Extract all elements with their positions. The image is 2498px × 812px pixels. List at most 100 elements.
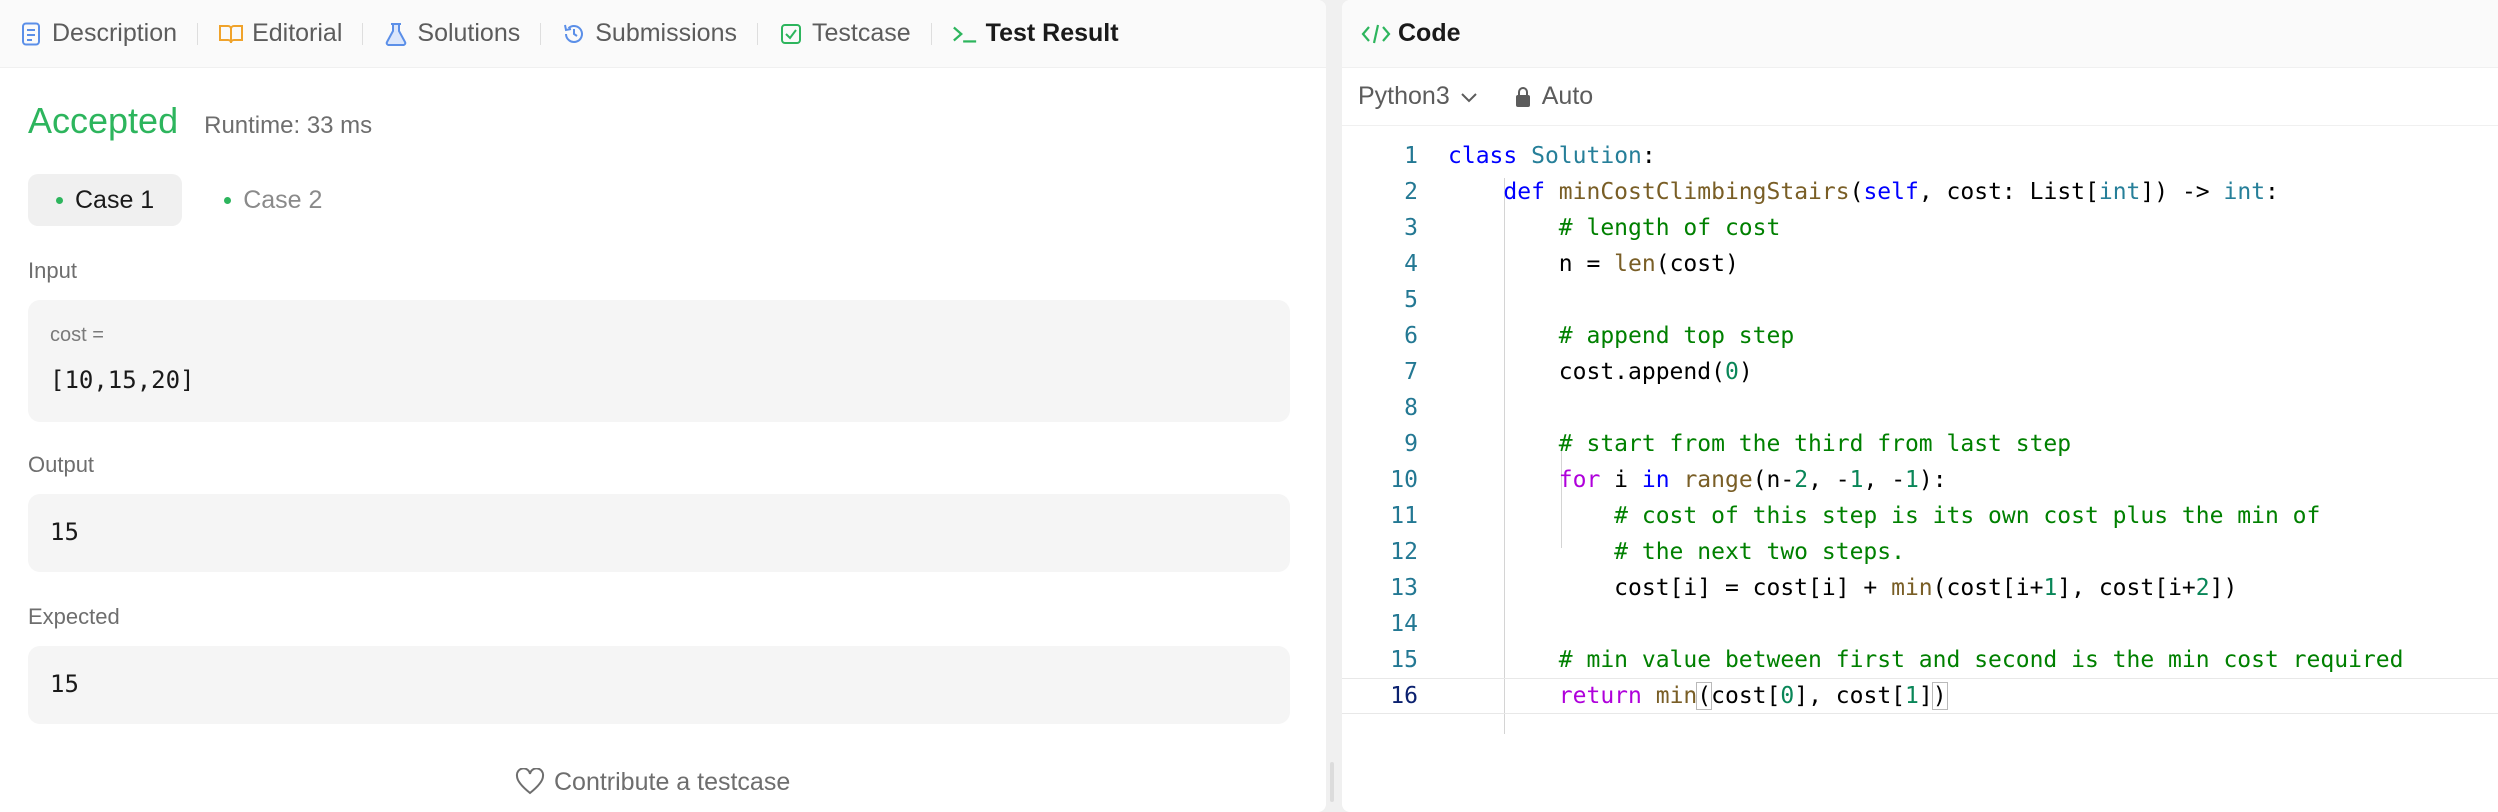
line-number: 16 [1390,683,1418,709]
line-number: 10 [1390,467,1418,493]
expected-label: Expected [28,604,120,629]
code-line: 9 # start from the third from last step [1342,426,2498,462]
case-1-button[interactable]: Case 1 [28,174,183,226]
line-number: 8 [1404,395,1418,421]
tab-separator [930,22,932,45]
tab-editorial-label: Editorial [252,19,343,47]
code-panel: Code Python3 Auto 1 class Solution: 2 de… [1342,0,2498,812]
heart-icon [514,766,546,798]
tab-solutions-label: Solutions [417,19,521,47]
panel-resize-handle[interactable] [1330,762,1334,802]
line-number: 2 [1404,179,1418,205]
code-text: def minCostClimbingStairs(self, cost: Li… [1503,179,2279,205]
tab-code-label: Code [1398,19,1461,47]
lock-icon [1514,86,1532,108]
case-1-label: Case 1 [75,185,155,214]
code-text: # length of cost [1558,215,1781,241]
line-number: 6 [1404,323,1418,349]
contribute-label: Contribute a testcase [554,767,791,796]
language-label: Python3 [1358,82,1450,110]
code-line: 8 [1342,390,2498,426]
code-line: 10 for i in range(n-2, -1, -1): [1342,462,2498,498]
flask-icon [383,21,409,47]
code-line: 15 # min value between first and second … [1342,642,2498,678]
result-status: Accepted [28,100,179,141]
line-number: 7 [1404,359,1418,385]
history-icon [561,21,587,47]
terminal-icon [952,21,978,47]
case-2-label: Case 2 [243,185,323,214]
case-selector: Case 1 Case 2 [28,174,364,226]
result-panel: Description Editorial Solutions Submissi… [0,0,1326,812]
code-text: for i in range(n-2, -1, -1): [1558,467,1947,493]
line-number: 12 [1390,539,1418,565]
code-line: 2 def minCostClimbingStairs(self, cost: … [1342,174,2498,210]
code-text: cost[i] = cost[i] + min(cost[i+1], cost[… [1448,575,2238,601]
code-editor[interactable]: 1 class Solution: 2 def minCostClimbingS… [1342,138,2498,812]
tab-separator [197,22,199,45]
line-number: 11 [1390,503,1418,529]
code-line: 4 n = len(cost) [1342,246,2498,282]
code-line: 14 [1342,606,2498,642]
code-text: class Solution: [1448,143,1656,169]
code-brackets-icon [1360,18,1392,50]
line-number: 15 [1390,647,1418,673]
tab-testcase-label: Testcase [811,19,911,47]
tab-submissions-label: Submissions [595,19,737,47]
code-line: 11 # cost of this step is its own cost p… [1342,498,2498,534]
line-number: 9 [1404,431,1418,457]
case-2-button[interactable]: Case 2 [196,174,350,226]
result-header: Accepted Runtime: 33 ms [28,100,372,142]
document-icon [18,21,44,47]
tab-separator [540,22,542,45]
code-text: n = len(cost) [1448,251,1739,277]
line-number: 1 [1404,143,1418,169]
line-number: 3 [1404,215,1418,241]
output-value: 15 [50,518,79,546]
tab-editorial[interactable]: Editorial [214,0,346,68]
book-icon [218,21,244,47]
code-text: return min(cost[0], cost[1]) [1558,682,1948,710]
tab-separator [362,22,364,45]
line-number: 5 [1404,287,1418,313]
tab-description-label: Description [52,19,178,47]
code-line: 7 cost.append(0) [1342,354,2498,390]
contribute-testcase-button[interactable]: Contribute a testcase [514,766,790,798]
tab-description[interactable]: Description [14,0,181,68]
auto-mode-toggle[interactable]: Auto [1514,82,1593,111]
checkbox-icon [778,21,804,47]
auto-mode-label: Auto [1541,82,1594,110]
editor-toolbar: Python3 Auto [1342,68,2498,126]
code-line: 12 # the next two steps. [1342,534,2498,570]
code-text: # append top step [1558,323,1795,349]
code-line: 5 [1342,282,2498,318]
tab-test-result[interactable]: Test Result [948,0,1123,68]
code-line: 6 # append top step [1342,318,2498,354]
expected-value: 15 [50,670,79,698]
tab-test-result-label: Test Result [985,19,1119,47]
tab-separator [756,22,758,45]
line-number: 14 [1390,611,1418,637]
code-line-current: 16 return min(cost[0], cost[1]) [1342,678,2498,714]
line-number: 4 [1404,251,1418,277]
pass-dot-icon [56,196,63,204]
input-box: cost = [10,15,20] [28,300,1290,422]
code-text: # cost of this step is its own cost plus… [1614,503,2321,529]
tab-testcase[interactable]: Testcase [774,0,915,68]
code-text: # the next two steps. [1614,539,1905,565]
output-label: Output [28,452,95,477]
language-select[interactable]: Python3 [1358,82,1478,111]
code-line: 13 cost[i] = cost[i] + min(cost[i+1], co… [1342,570,2498,606]
code-text: # start from the third from last step [1558,431,2072,457]
runtime-text: Runtime: 33 ms [204,112,373,139]
tab-submissions[interactable]: Submissions [557,0,741,68]
result-tabbar: Description Editorial Solutions Submissi… [0,0,1326,68]
line-number: 13 [1390,575,1418,601]
code-line: 3 # length of cost [1342,210,2498,246]
code-text: cost.append(0) [1448,359,1753,385]
tab-code[interactable]: Code [1342,0,2498,68]
tab-solutions[interactable]: Solutions [379,0,524,68]
input-label: Input [28,258,77,283]
input-var-name: cost = [50,324,104,346]
expected-box: 15 [28,646,1290,724]
